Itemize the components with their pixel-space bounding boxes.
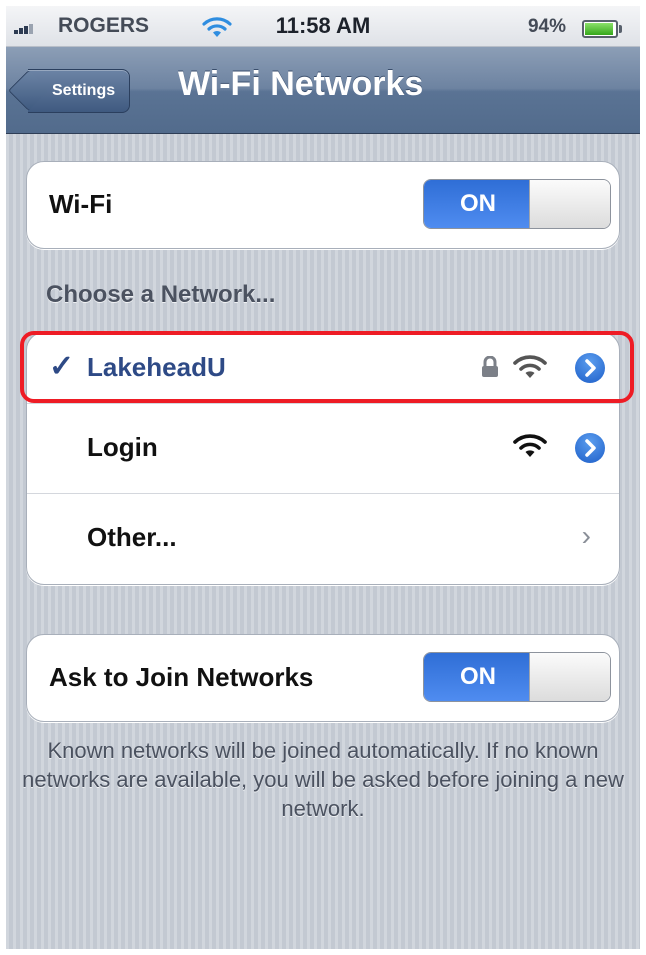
status-bar: ROGERS 11:58 AM 94% — [6, 6, 640, 47]
phone-screen: ROGERS 11:58 AM 94% Settings Wi-Fi Netwo… — [6, 6, 640, 949]
battery-icon — [582, 20, 622, 38]
settings-back-button[interactable]: Settings — [28, 69, 131, 113]
wifi-toggle-cell: Wi-Fi ON — [27, 162, 619, 248]
ask-to-join-on-label: ON — [424, 653, 532, 701]
wifi-toggle-on-label: ON — [424, 180, 532, 228]
ask-to-join-toggle-switch[interactable]: ON — [423, 652, 611, 702]
battery-percent: 94% — [527, 16, 566, 37]
wifi-label: Wi-Fi — [49, 189, 113, 219]
network-name: Login — [87, 432, 158, 462]
ask-to-join-cell: Ask to Join Networks ON — [27, 635, 619, 721]
choose-network-header: Choose a Network... — [46, 281, 276, 308]
toggle-knob — [529, 180, 610, 228]
toggle-knob — [529, 653, 610, 701]
network-row-other[interactable]: Other... › — [27, 494, 619, 584]
network-row-login[interactable]: Login — [27, 404, 619, 494]
battery-level-fill — [585, 23, 614, 35]
network-name: Other... — [87, 522, 177, 552]
wifi-toggle-group: Wi-Fi ON — [26, 161, 620, 249]
wifi-signal-icon — [513, 433, 547, 464]
selected-network-highlight — [20, 331, 634, 403]
navigation-bar: Settings Wi-Fi Networks — [6, 47, 640, 134]
ask-to-join-label: Ask to Join Networks — [49, 662, 314, 692]
back-button-label: Settings — [52, 82, 116, 99]
page-title: Wi-Fi Networks — [178, 65, 424, 103]
ask-to-join-group: Ask to Join Networks ON — [26, 634, 620, 722]
ask-to-join-footer-text: Known networks will be joined automatica… — [22, 738, 624, 821]
detail-disclosure-icon[interactable] — [575, 433, 605, 463]
chevron-right-icon: › — [581, 520, 591, 551]
wifi-toggle-switch[interactable]: ON — [423, 179, 611, 229]
